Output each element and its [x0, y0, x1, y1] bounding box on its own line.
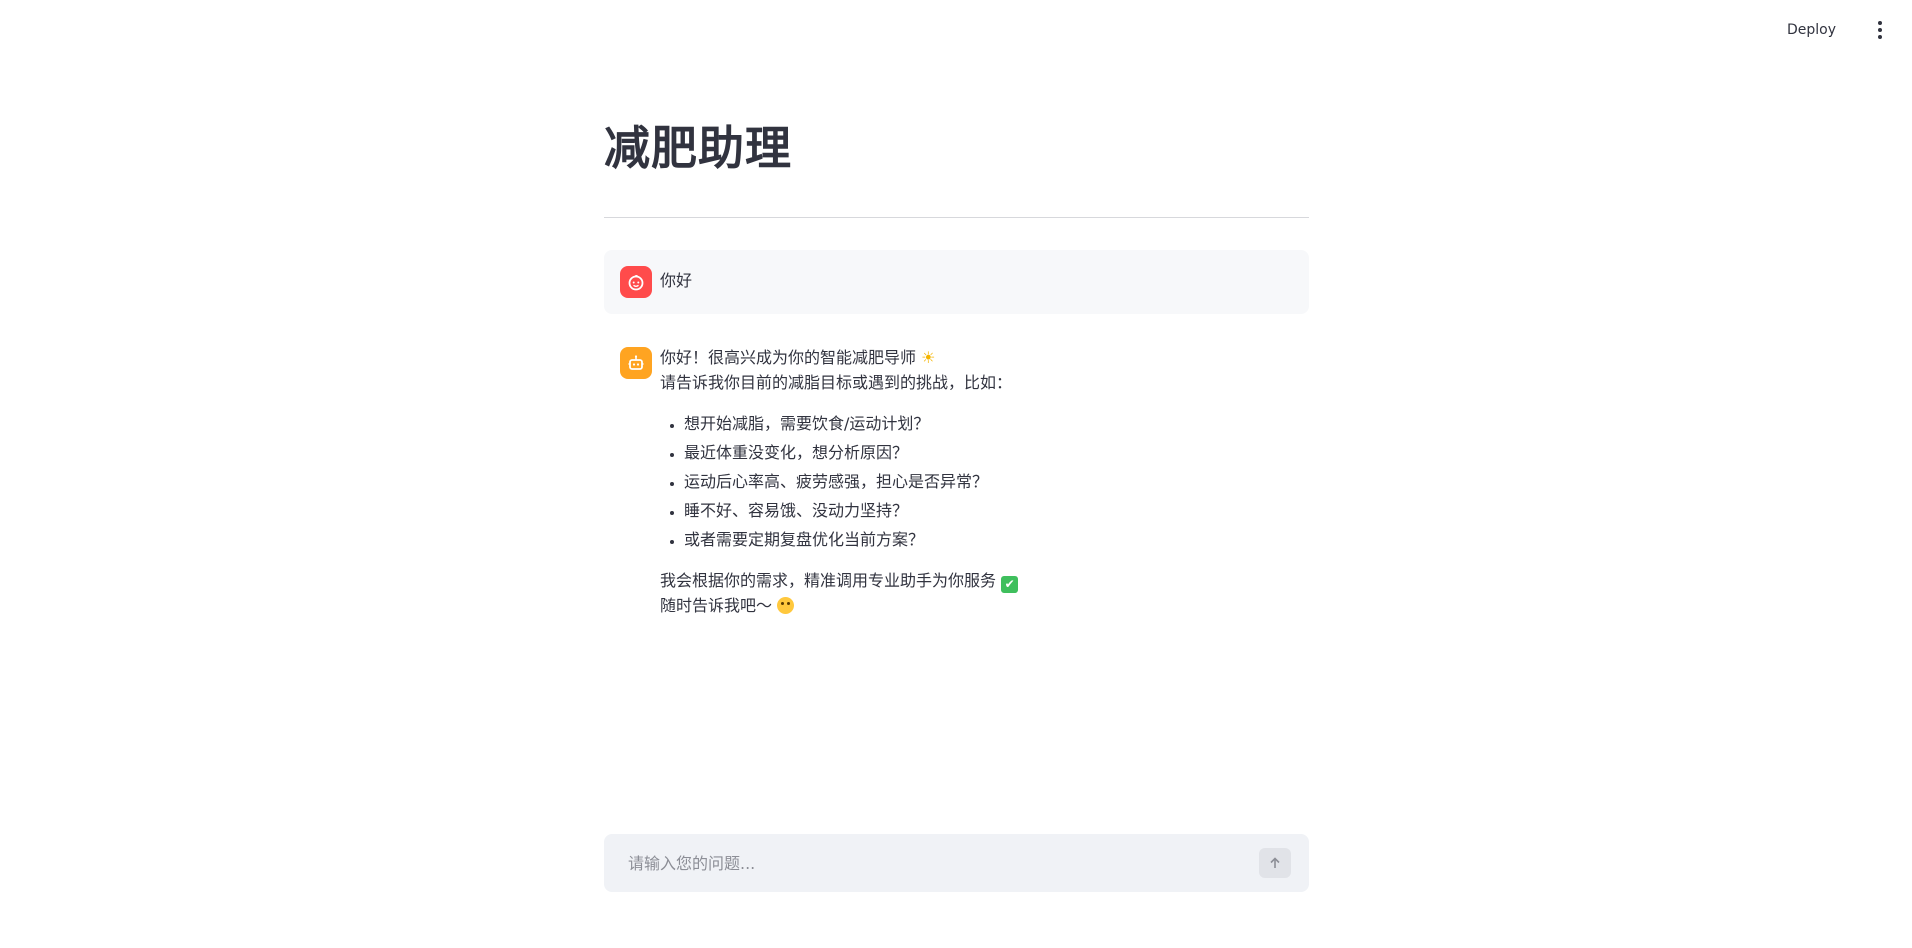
send-button[interactable]: [1259, 848, 1291, 878]
chat-input[interactable]: [604, 834, 1244, 892]
assistant-closing: 我会根据你的需求，精准调用专业助手为你服务 ✔: [660, 568, 1280, 593]
user-message-text: 你好: [660, 271, 693, 290]
menu-dot: [1878, 35, 1882, 39]
assistant-prompt: 请告诉我你目前的减脂目标或遇到的挑战，比如：: [660, 373, 1013, 392]
list-item: 睡不好、容易饿、没动力坚持？: [684, 498, 1280, 523]
menu-dot: [1878, 21, 1882, 25]
closing-text: 我会根据你的需求，精准调用专业助手为你服务: [660, 571, 997, 590]
list-item: 运动后心率高、疲劳感强，担心是否异常？: [684, 469, 1280, 494]
assistant-greeting: 你好！很高兴成为你的智能减肥导师 ☀: [660, 345, 1280, 370]
deploy-button[interactable]: Deploy: [1779, 18, 1844, 42]
closing-text-2: 随时告诉我吧〜: [660, 596, 773, 615]
list-item: 最近体重没变化，想分析原因？: [684, 440, 1280, 465]
user-avatar-icon: [620, 266, 652, 298]
assistant-message-content: 你好！很高兴成为你的智能减肥导师 ☀ 请告诉我你目前的减脂目标或遇到的挑战，比如…: [660, 345, 1280, 618]
menu-dot: [1878, 28, 1882, 32]
page-title: 减肥助理: [604, 121, 792, 175]
robot-icon: [628, 355, 644, 370]
smile-icon: [777, 597, 795, 614]
top-bar: Deploy: [0, 0, 1912, 60]
divider: [604, 217, 1309, 218]
arrow-up-icon: [1270, 857, 1280, 868]
sun-icon: ☀: [921, 348, 936, 367]
more-options-icon[interactable]: [1872, 19, 1888, 41]
assistant-closing-2: 随时告诉我吧〜: [660, 593, 1280, 618]
list-item: 想开始减脂，需要饮食/运动计划？: [684, 411, 1280, 436]
assistant-avatar-icon: [620, 347, 652, 379]
greeting-text: 你好！很高兴成为你的智能减肥导师: [660, 348, 917, 367]
chat-input-container: [604, 834, 1309, 892]
user-message: 你好: [604, 250, 1309, 314]
list-item: 或者需要定期复盘优化当前方案？: [684, 527, 1280, 552]
user-face-icon: [628, 274, 644, 291]
suggestion-list: 想开始减脂，需要饮食/运动计划？ 最近体重没变化，想分析原因？ 运动后心率高、疲…: [660, 411, 1280, 552]
check-icon: ✔: [1001, 576, 1019, 593]
